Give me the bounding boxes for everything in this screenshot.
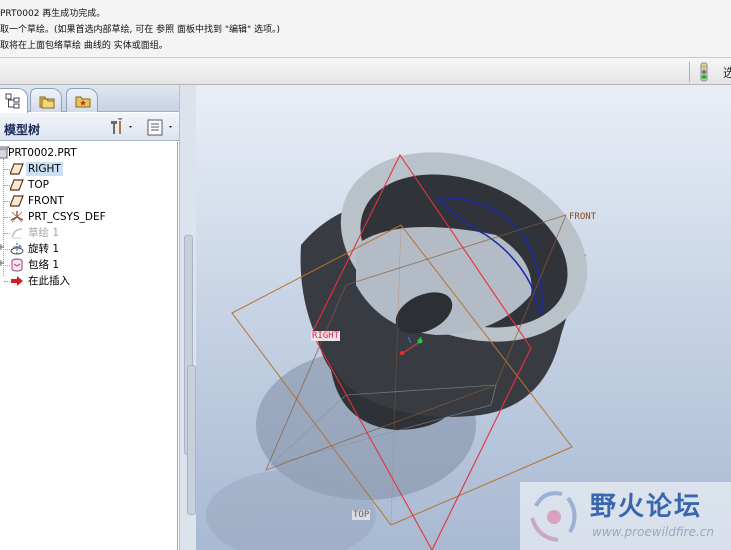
csys-icon [10, 211, 24, 223]
tree-item-label: 旋转 1 [28, 243, 60, 255]
watermark-title: 野火论坛 [590, 492, 703, 522]
splitter-scrollbar-thumb[interactable] [187, 365, 196, 515]
favorites-icon [75, 96, 91, 108]
model-view[interactable] [196, 85, 731, 550]
tree-item-label: 包络 1 [28, 259, 60, 271]
tree-item-label: RIGHT [26, 162, 63, 176]
navigator-panel: 模型树 PRT0002.PRT RIGHT TOP FRONT PRT_CSYS… [0, 85, 188, 550]
datum-plane-icon [10, 195, 24, 207]
favorites-tab[interactable] [66, 88, 98, 112]
tree-item-csys[interactable]: PRT_CSYS_DEF [0, 209, 176, 225]
settings-tools-icon [111, 115, 132, 134]
message-line: 取一个草绘。(如果首选内部草绘, 可在 参照 面板中找到 "编辑" 选项。) [0, 25, 280, 35]
watermark-url: www.proewildfire.cn [592, 525, 714, 539]
revolve-icon [10, 243, 24, 255]
folder-browser-tab[interactable] [30, 88, 62, 112]
datum-label-top[interactable]: TOP [352, 510, 371, 520]
datum-label-front[interactable]: FRONT [569, 212, 596, 222]
tree-item-sketch[interactable]: 草绘 1 [0, 225, 176, 241]
status-bar: 选 [0, 58, 731, 85]
datum-label-right[interactable]: RIGHT [311, 331, 341, 341]
forum-watermark: 野火论坛 www.proewildfire.cn [520, 482, 731, 550]
tree-item-insert-here[interactable]: 在此插入 [0, 273, 176, 289]
tree-item-wrap[interactable]: 包络 1 [0, 257, 176, 273]
model-tree-icon [5, 93, 20, 109]
message-area: PRT0002 再生成功完成。 取一个草绘。(如果首选内部草绘, 可在 参照 面… [0, 0, 731, 58]
navigator-tabs [0, 85, 188, 113]
forum-logo-icon [530, 491, 577, 542]
show-list-icon [147, 119, 172, 136]
model-tree-header: 模型树 [0, 113, 188, 141]
model-tree-title: 模型树 [4, 123, 41, 137]
status-separator [689, 62, 690, 82]
tree-item-label: 草绘 1 [28, 227, 60, 239]
csys-origin [400, 351, 404, 355]
status-light-icon[interactable] [698, 62, 710, 82]
csys-marker [417, 338, 423, 344]
tree-item-top[interactable]: TOP [0, 177, 176, 193]
datum-plane-icon [10, 163, 24, 175]
sketch-icon [11, 228, 23, 239]
wrap-icon [11, 258, 23, 272]
tree-settings-button[interactable] [108, 115, 136, 136]
insert-here-icon [11, 276, 23, 286]
tree-item-label: TOP [28, 179, 50, 191]
message-line: 取将在上面包络草绘 曲线的 实体或面组。 [0, 41, 168, 51]
tree-show-button[interactable] [146, 118, 174, 136]
folder-icon [39, 96, 55, 109]
tree-item-label: FRONT [28, 195, 64, 207]
tree-item-revolve[interactable]: 旋转 1 [0, 241, 176, 257]
model-tree-tab[interactable] [0, 88, 28, 113]
tree-item-label: PRT_CSYS_DEF [28, 211, 106, 223]
selection-filter-label[interactable]: 选 [723, 64, 731, 81]
tree-item-label: 在此插入 [28, 275, 70, 287]
tree-item-label: PRT0002.PRT [8, 147, 77, 159]
model-tree: PRT0002.PRT RIGHT TOP FRONT PRT_CSYS_DEF… [0, 142, 178, 550]
datum-plane-icon [10, 179, 24, 191]
graphics-window[interactable]: FRONT RIGHT TOP [196, 85, 731, 550]
tree-item-right[interactable]: RIGHT [0, 161, 176, 177]
tree-item-part[interactable]: PRT0002.PRT [0, 145, 176, 161]
tree-item-front[interactable]: FRONT [0, 193, 176, 209]
message-line: PRT0002 再生成功完成。 [0, 9, 106, 19]
